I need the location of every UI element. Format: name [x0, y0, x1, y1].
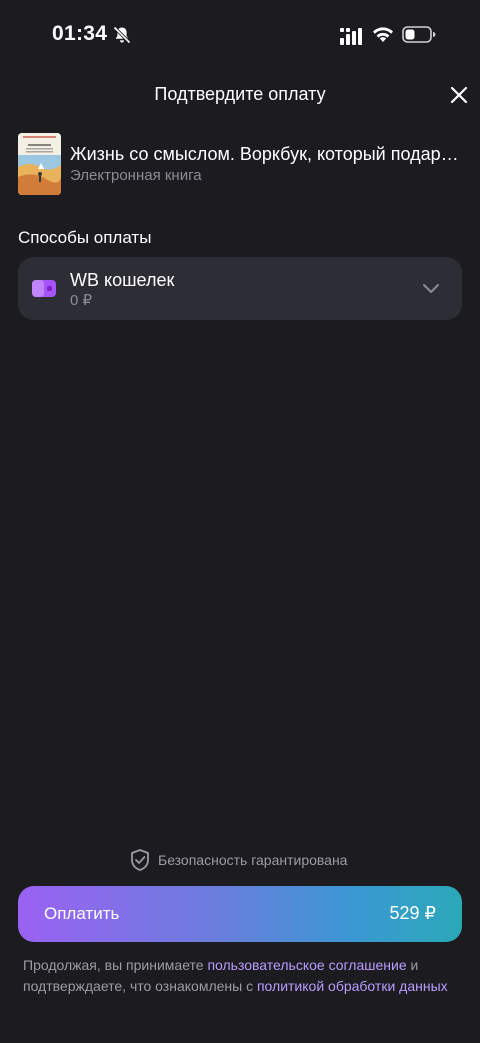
privacy-policy-link[interactable]: политикой обработки данных [257, 978, 448, 994]
product-title: Жизнь со смыслом. Воркбук, который подар… [70, 144, 462, 164]
pay-amount: 529 ₽ [389, 903, 437, 923]
wallet-balance: 0 ₽ [70, 292, 93, 309]
shield-check-icon [131, 849, 149, 871]
status-bar: 01:34 [0, 0, 480, 70]
payment-methods-heading: Способы оплаты [18, 228, 152, 247]
bell-slash-icon [113, 26, 131, 44]
wallet-icon [32, 280, 56, 297]
security-text: Безопасность гарантирована [158, 852, 348, 868]
legal-notice: Продолжая, вы принимаете пользовательско… [23, 955, 463, 997]
wifi-icon [373, 27, 393, 42]
status-time: 01:34 [52, 22, 108, 45]
wallet-name: WB кошелек [70, 270, 175, 290]
user-agreement-link[interactable]: пользовательское соглашение [207, 957, 406, 973]
page-title: Подтвердите оплату [154, 84, 326, 104]
battery-icon [402, 26, 436, 43]
payment-method-selector[interactable]: WB кошелек 0 ₽ [18, 257, 462, 320]
close-icon[interactable] [446, 82, 472, 108]
security-notice: Безопасность гарантирована [0, 848, 480, 872]
signal-icon [340, 28, 362, 45]
pay-button[interactable]: Оплатить 529 ₽ [18, 886, 462, 942]
chevron-down-icon[interactable] [422, 281, 440, 295]
legal-text-part1: Продолжая, вы принимаете [23, 957, 208, 973]
product-type: Электронная книга [70, 167, 202, 184]
pay-button-label: Оплатить [44, 904, 120, 923]
book-cover-image [18, 133, 61, 195]
